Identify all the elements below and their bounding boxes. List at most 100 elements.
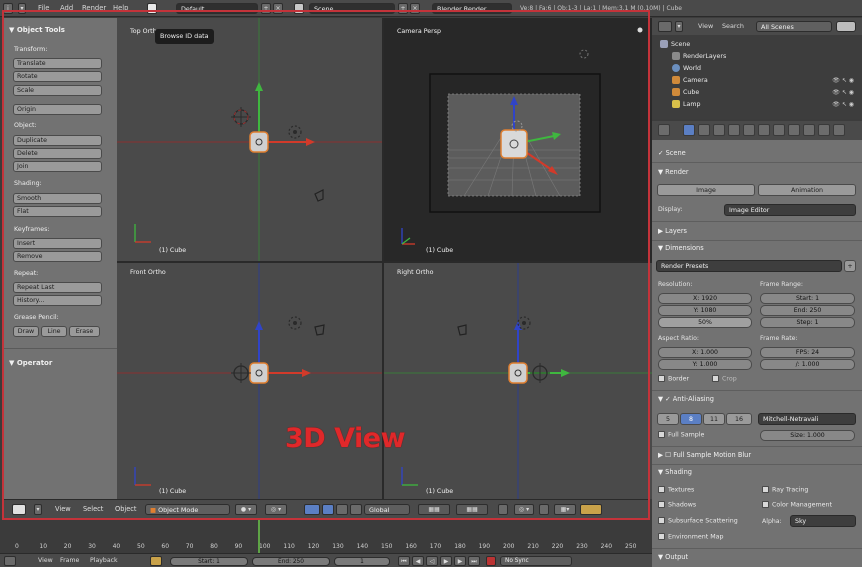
line-button[interactable]: Line: [41, 326, 67, 337]
physics-tab-icon[interactable]: [833, 124, 845, 136]
fps-base-field[interactable]: /: 1.000: [760, 359, 855, 370]
mode-select[interactable]: ■ Object Mode: [145, 504, 230, 515]
visibility-icons[interactable]: 👁 ↖ ◉: [832, 87, 854, 99]
aa-size-field[interactable]: Size: 1.000: [760, 430, 855, 441]
aa-samples-8[interactable]: 8: [680, 413, 702, 425]
frame-end-field[interactable]: End: 250: [760, 305, 855, 316]
anti-aliasing-panel-header[interactable]: ▼ ✓ Anti-Aliasing: [658, 395, 714, 403]
lock-layers-icon[interactable]: [498, 504, 508, 515]
editor-type-3d-icon[interactable]: [12, 504, 26, 515]
viewport-camera-persp[interactable]: Camera Persp (1) Cube: [384, 18, 652, 261]
outliner-view-menu[interactable]: View: [698, 18, 713, 35]
menu-file[interactable]: File: [38, 0, 49, 17]
render-image-button[interactable]: Image: [657, 184, 755, 196]
screen-layout-icon[interactable]: [147, 3, 157, 14]
current-frame-field[interactable]: 1: [334, 557, 390, 566]
outliner-item-scene[interactable]: Scene: [652, 39, 862, 51]
delete-button[interactable]: Delete: [13, 148, 102, 159]
outliner-menu-toggle[interactable]: ▾: [675, 21, 683, 32]
output-panel-header[interactable]: ▼ Output: [658, 553, 688, 561]
preview-range-toggle[interactable]: [150, 556, 162, 566]
visibility-icons[interactable]: 👁 ↖ ◉: [832, 75, 854, 87]
particles-tab-icon[interactable]: [818, 124, 830, 136]
jump-start-button[interactable]: ⏮: [398, 556, 410, 566]
jump-keyframe-back-button[interactable]: ◀: [412, 556, 424, 566]
scale-manipulator[interactable]: [350, 504, 362, 515]
display-select[interactable]: Image Editor: [724, 204, 856, 216]
modifiers-tab-icon[interactable]: [758, 124, 770, 136]
outliner-editor-icon[interactable]: [658, 21, 672, 32]
viewport-right-ortho[interactable]: Right Ortho (1) Cube: [384, 263, 652, 499]
menu-add[interactable]: Add: [60, 0, 73, 17]
editor-type-icon[interactable]: i: [3, 3, 13, 14]
textures-checkbox[interactable]: Textures: [658, 486, 694, 494]
snap-element-select[interactable]: ▦▾: [554, 504, 576, 515]
origin-button[interactable]: Origin: [13, 104, 102, 115]
flat-button[interactable]: Flat: [13, 206, 102, 217]
world-tab-icon[interactable]: [713, 124, 725, 136]
outliner-display-filter[interactable]: All Scenes: [756, 21, 832, 32]
history-button[interactable]: History...: [13, 295, 102, 306]
delete-layout-button[interactable]: ×: [273, 3, 283, 14]
menu-toggle-icon[interactable]: ▾: [34, 504, 42, 515]
outliner-search-menu[interactable]: Search: [722, 18, 744, 35]
constraints-tab-icon[interactable]: [743, 124, 755, 136]
crop-checkbox[interactable]: Crop: [712, 375, 737, 383]
scene-select[interactable]: Scene: [309, 3, 395, 14]
resolution-y-field[interactable]: Y: 1080: [658, 305, 752, 316]
timeline-start-field[interactable]: Start: 1: [170, 557, 248, 566]
view-menu[interactable]: View: [55, 500, 71, 519]
environment-map-checkbox[interactable]: Environment Map: [658, 533, 724, 541]
render-tab-icon[interactable]: [683, 124, 695, 136]
material-tab-icon[interactable]: [788, 124, 800, 136]
erase-button[interactable]: Erase: [69, 326, 100, 337]
shadows-checkbox[interactable]: Shadows: [658, 501, 696, 509]
properties-editor-icon[interactable]: [658, 124, 670, 136]
play-reverse-button[interactable]: ◁: [426, 556, 438, 566]
dimensions-panel-header[interactable]: ▼ Dimensions: [658, 244, 704, 252]
rotate-button[interactable]: Rotate: [13, 71, 102, 82]
resolution-x-field[interactable]: X: 1920: [658, 293, 752, 304]
outliner-item-cube[interactable]: Cube 👁 ↖ ◉: [652, 87, 862, 99]
scale-button[interactable]: Scale: [13, 85, 102, 96]
texture-tab-icon[interactable]: [803, 124, 815, 136]
proportional-edit-select[interactable]: ◎ ▾: [514, 504, 534, 515]
timeline-end-field[interactable]: End: 250: [252, 557, 330, 566]
remove-keyframe-button[interactable]: Remove: [13, 251, 102, 262]
aa-samples-11[interactable]: 11: [703, 413, 725, 425]
repeat-last-button[interactable]: Repeat Last: [13, 282, 102, 293]
motion-blur-panel-header[interactable]: ▶ ☐ Full Sample Motion Blur: [658, 451, 751, 459]
viewport-front-ortho[interactable]: Front Ortho (1) Cube: [117, 263, 382, 499]
menu-render[interactable]: Render: [82, 0, 106, 17]
jump-keyframe-forward-button[interactable]: ▶: [454, 556, 466, 566]
duplicate-button[interactable]: Duplicate: [13, 135, 102, 146]
ray-tracing-checkbox[interactable]: Ray Tracing: [762, 486, 808, 494]
timeline-current-frame-cursor[interactable]: [258, 520, 260, 553]
render-panel-header[interactable]: ▼ Render: [658, 168, 689, 176]
aspect-y-field[interactable]: Y: 1.000: [658, 359, 752, 370]
color-management-checkbox[interactable]: Color Management: [762, 501, 832, 509]
aa-samples-16[interactable]: 16: [726, 413, 752, 425]
object-menu[interactable]: Object: [115, 500, 136, 519]
orientation-select[interactable]: Global: [364, 504, 410, 515]
render-preview-icon[interactable]: [580, 504, 602, 515]
delete-scene-button[interactable]: ×: [410, 3, 420, 14]
jump-end-button[interactable]: ⏭: [468, 556, 480, 566]
layers-grid-b[interactable]: ▦▦: [456, 504, 488, 515]
fps-field[interactable]: FPS: 24: [760, 347, 855, 358]
data-tab-icon[interactable]: [773, 124, 785, 136]
join-button[interactable]: Join: [13, 161, 102, 172]
menu-help[interactable]: Help: [113, 0, 129, 17]
viewport-top-ortho[interactable]: Top Orth (1) Cube: [117, 18, 382, 261]
outliner-item-world[interactable]: World: [652, 63, 862, 75]
subsurface-scattering-checkbox[interactable]: Subsurface Scattering: [658, 517, 738, 525]
smooth-button[interactable]: Smooth: [13, 193, 102, 204]
object-tools-header[interactable]: ▼ Object Tools: [9, 26, 65, 34]
translate-manipulator[interactable]: [322, 504, 334, 515]
outliner-item-renderlayers[interactable]: RenderLayers: [652, 51, 862, 63]
object-tab-icon[interactable]: [728, 124, 740, 136]
add-scene-button[interactable]: +: [398, 3, 408, 14]
frame-start-field[interactable]: Start: 1: [760, 293, 855, 304]
add-preset-button[interactable]: +: [844, 260, 856, 272]
play-button[interactable]: ▶: [440, 556, 452, 566]
